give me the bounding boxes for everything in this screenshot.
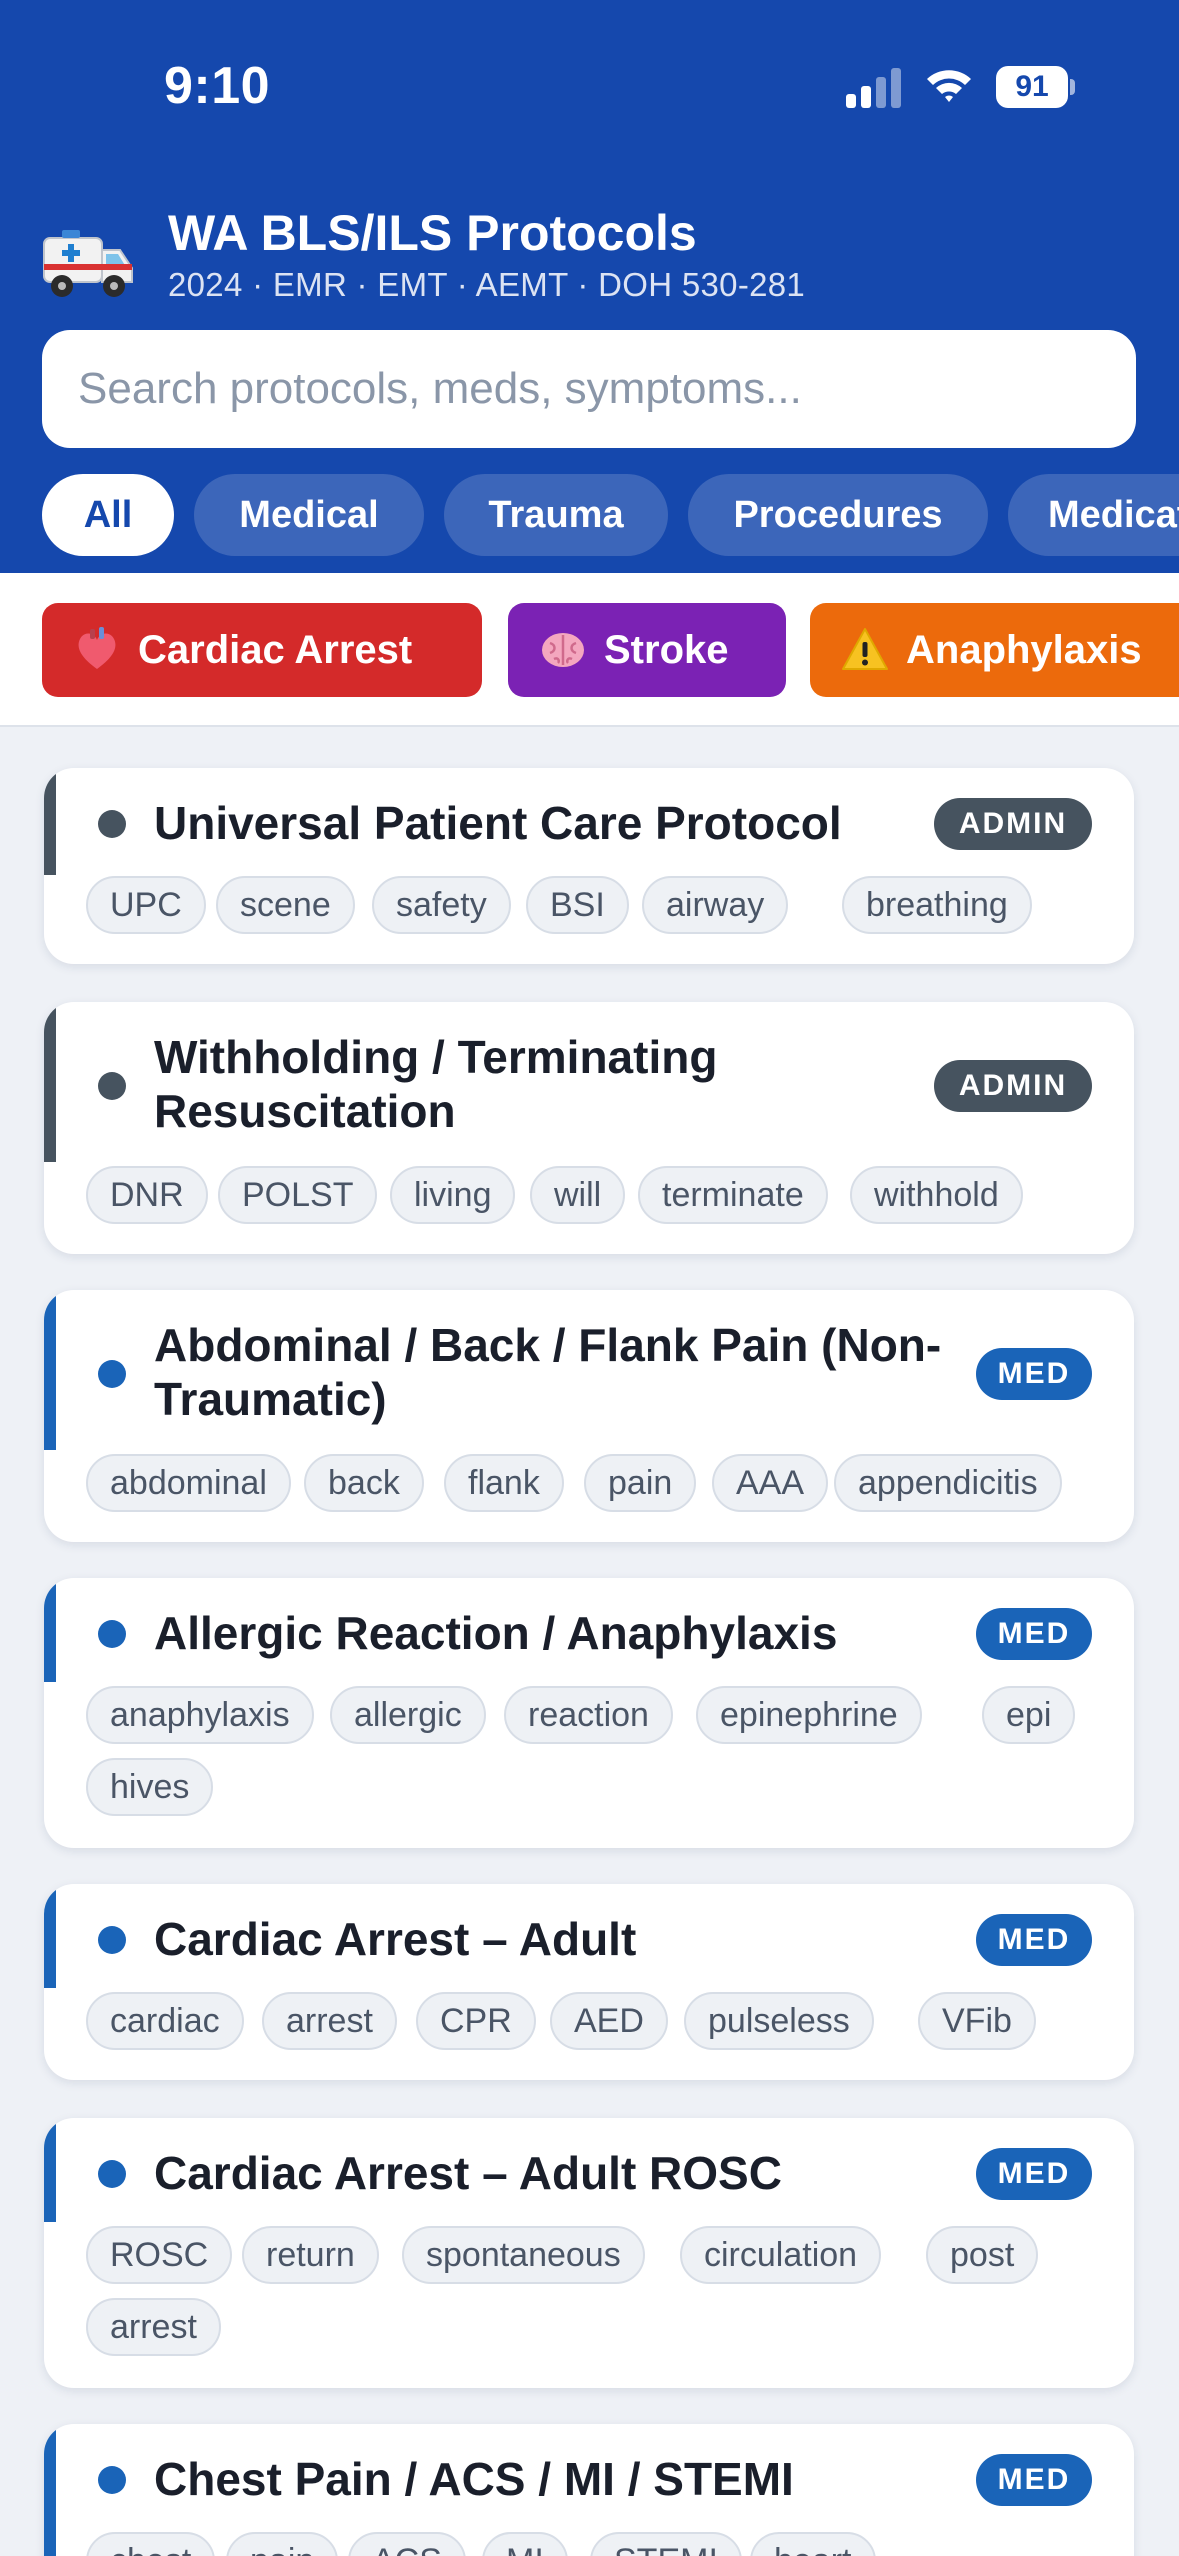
quick-anaphylaxis-label: Anaphylaxis [906,628,1142,672]
keyword-tag: terminate [638,1166,828,1224]
protocol-card[interactable]: Cardiac Arrest – Adult MED cardiac arres… [44,1884,1134,2080]
category-badge: MED [976,2148,1092,2200]
keyword-tag: anaphylaxis [86,1686,314,1744]
keyword-tag: ROSC [86,2226,233,2284]
status-dot [98,1072,126,1100]
keyword-tag: pain [226,2532,339,2556]
quick-access-bar: Cardiac Arrest Stroke Anaphylaxis [0,573,1179,727]
protocol-card[interactable]: Withholding / Terminating Resuscitation … [44,1002,1134,1254]
cellular-signal-icon [846,66,904,108]
protocol-card[interactable]: Universal Patient Care Protocol ADMIN UP… [44,768,1134,964]
ambulance-icon [43,230,133,297]
filter-trauma[interactable]: Trauma [444,474,668,556]
category-badge: ADMIN [934,1060,1092,1112]
quick-cardiac-arrest-label: Cardiac Arrest [138,628,413,672]
keyword-tag: scene [216,876,355,934]
quick-anaphylaxis-button[interactable]: Anaphylaxis [810,603,1179,697]
keyword-tag: POLST [218,1166,378,1224]
protocol-title: Universal Patient Care Protocol [154,797,842,849]
keyword-tag: VFib [918,1992,1036,2050]
keyword-tag: withhold [850,1166,1023,1224]
keyword-tag: ACS [348,2532,466,2556]
battery-icon: 91 [996,66,1076,108]
battery-level: 91 [996,66,1068,108]
status-time: 9:10 [164,57,271,115]
keyword-tag: will [530,1166,626,1224]
status-dot [98,2160,126,2188]
quick-stroke-button[interactable]: Stroke [508,603,786,697]
protocol-title: Chest Pain / ACS / MI / STEMI [154,2453,794,2505]
protocol-title: Abdominal / Back / Flank Pain (Non-Traum… [154,1319,942,1425]
keyword-tag: epinephrine [696,1686,922,1744]
keyword-tag: spontaneous [402,2226,645,2284]
quick-cardiac-arrest-button[interactable]: Cardiac Arrest [42,603,482,697]
keyword-tag: pulseless [684,1992,874,2050]
keyword-tag: DNR [86,1166,208,1224]
keyword-tag: allergic [330,1686,486,1744]
filter-all[interactable]: All [42,474,174,556]
keyword-tag: reaction [504,1686,673,1744]
category-filter-bar: All Medical Trauma Procedures Medication… [0,474,1179,556]
keyword-tag: hives [86,1758,214,1816]
keyword-tag: circulation [680,2226,882,2284]
search-input[interactable] [78,330,1098,448]
app-title: WA BLS/ILS Protocols [168,205,697,261]
keyword-tag: BSI [526,876,629,934]
keyword-tag: AAA [712,1454,829,1512]
app-subtitle: 2024 · EMR · EMT · AEMT · DOH 530-281 [168,266,806,303]
status-dot [98,1620,126,1648]
keyword-tag: UPC [86,876,206,934]
keyword-tag: MI [482,2532,568,2556]
keyword-tag: AED [550,1992,668,2050]
wifi-icon [927,70,971,102]
search-box[interactable] [42,330,1136,448]
status-dot [98,2466,126,2494]
keyword-tag: heart [750,2532,876,2556]
protocol-title: Allergic Reaction / Anaphylaxis [154,1607,838,1659]
protocol-card[interactable]: Allergic Reaction / Anaphylaxis MED anap… [44,1578,1134,1848]
category-badge: ADMIN [934,798,1092,850]
protocol-card[interactable]: Chest Pain / ACS / MI / STEMI MED chest … [44,2424,1134,2556]
keyword-tag: breathing [842,876,1032,934]
keyword-tag: abdominal [86,1454,291,1512]
keyword-tag: back [304,1454,424,1512]
keyword-tag: arrest [86,2298,221,2356]
keyword-tag: safety [372,876,511,934]
protocol-title: Cardiac Arrest – Adult ROSC [154,2147,782,2199]
filter-medications[interactable]: Medications [1008,474,1179,556]
keyword-tag: arrest [262,1992,397,2050]
keyword-tag: epi [982,1686,1076,1744]
status-dot [98,1360,126,1388]
keyword-tag: flank [444,1454,564,1512]
keyword-tag: CPR [416,1992,536,2050]
status-dot [98,810,126,838]
category-badge: MED [976,1608,1092,1660]
keyword-tag: cardiac [86,1992,244,2050]
keyword-tag: STEMI [590,2532,742,2556]
protocol-title: Withholding / Terminating Resuscitation [154,1031,718,1137]
keyword-tag: living [390,1166,516,1224]
quick-stroke-label: Stroke [604,628,729,672]
protocol-card[interactable]: Cardiac Arrest – Adult ROSC MED ROSC ret… [44,2118,1134,2388]
keyword-tag: post [926,2226,1039,2284]
keyword-tag: pain [584,1454,697,1512]
category-badge: MED [976,1348,1092,1400]
brain-icon [542,633,584,667]
category-badge: MED [976,2454,1092,2506]
keyword-tag: return [242,2226,379,2284]
status-dot [98,1926,126,1954]
warning-icon [842,628,888,670]
anatomical-heart-icon [78,627,116,669]
category-badge: MED [976,1914,1092,1966]
protocol-title: Cardiac Arrest – Adult [154,1913,637,1965]
filter-medical[interactable]: Medical [194,474,424,556]
filter-procedures[interactable]: Procedures [688,474,988,556]
keyword-tag: airway [642,876,789,934]
keyword-tag: chest [86,2532,216,2556]
app-header: 9:10 91 WA BLS/ILS Protocols 2024 · EMR … [0,0,1179,573]
keyword-tag: appendicitis [834,1454,1062,1512]
protocol-card[interactable]: Abdominal / Back / Flank Pain (Non-Traum… [44,1290,1134,1542]
